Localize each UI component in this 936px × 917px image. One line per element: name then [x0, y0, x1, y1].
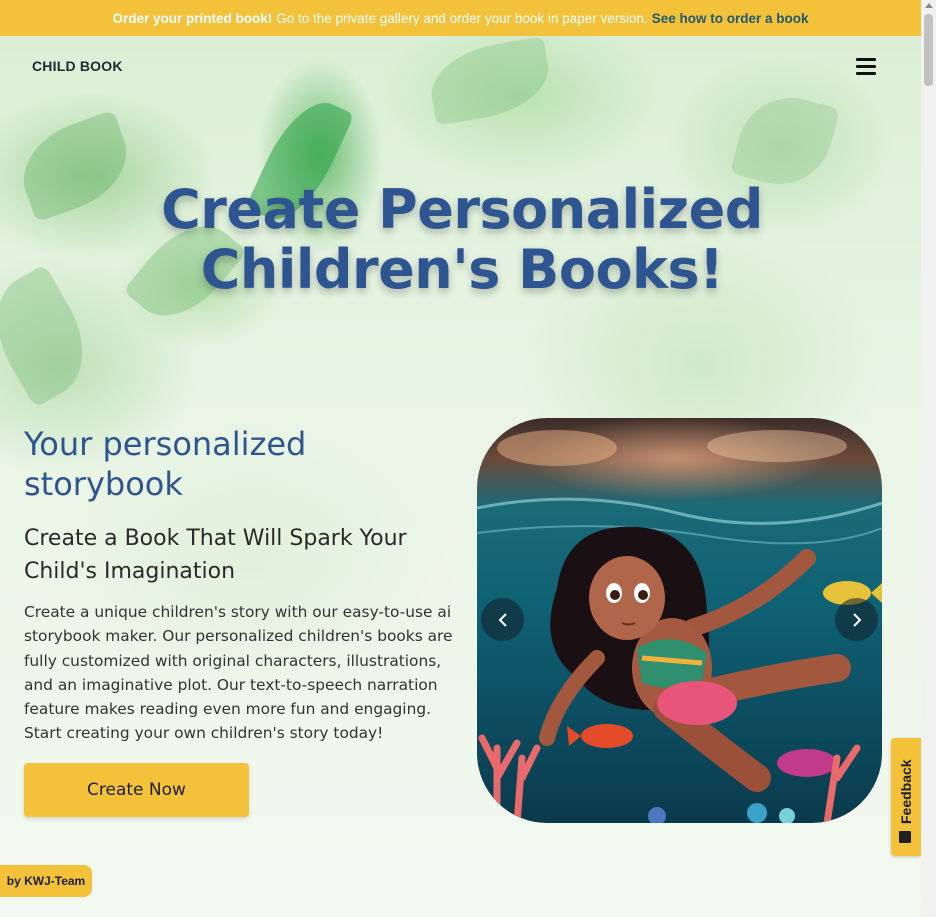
- page-scrollbar[interactable]: [921, 0, 936, 917]
- promo-banner: Order your printed book! Go to the priva…: [0, 0, 921, 36]
- chevron-right-icon: [852, 612, 861, 627]
- hamburger-menu-icon[interactable]: [856, 58, 876, 76]
- feedback-label: Feedback: [898, 759, 914, 825]
- carousel-next-button[interactable]: [835, 598, 878, 641]
- feedback-icon: [899, 831, 911, 843]
- intro-heading: Your personalized storybook: [24, 425, 307, 503]
- banner-text: Go to the private gallery and order your…: [276, 10, 648, 26]
- order-book-link[interactable]: See how to order a book: [652, 11, 809, 26]
- brand-logo[interactable]: CHILD BOOK: [32, 58, 123, 74]
- banner-bold-text: Order your printed book!: [112, 10, 273, 26]
- page-title: Create Personalized Children's Books!: [161, 178, 763, 301]
- image-carousel[interactable]: [477, 418, 882, 823]
- chevron-left-icon: [498, 612, 507, 627]
- intro-subheading: Create a Book That Will Spark Your Child…: [24, 526, 407, 584]
- underwater-girl-illustration: [477, 430, 882, 823]
- credit-badge[interactable]: by KWJ-Team: [0, 865, 92, 897]
- scroll-thumb[interactable]: [924, 14, 933, 86]
- intro-paragraph: Create a unique children's story with ou…: [24, 603, 453, 743]
- create-now-button[interactable]: Create Now: [24, 763, 249, 817]
- feedback-tab[interactable]: Feedback: [891, 738, 921, 856]
- carousel-prev-button[interactable]: [481, 598, 524, 641]
- scroll-up-arrow-icon[interactable]: [925, 3, 933, 8]
- intro-section: Your personalized storybook Create a Boo…: [24, 424, 464, 746]
